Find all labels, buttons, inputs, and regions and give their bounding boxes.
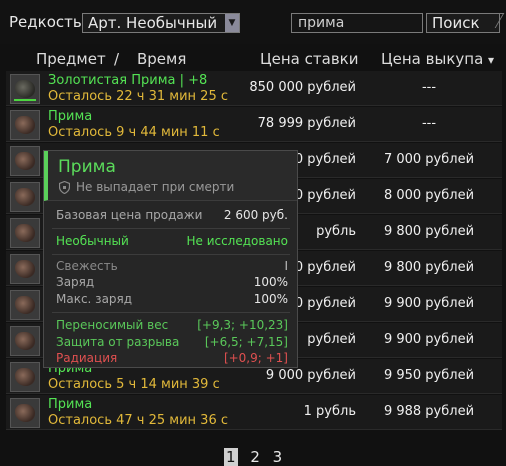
artifact-icon [10,254,40,284]
row-buyout-price: 9 950 рублей [383,368,475,383]
rarity-select[interactable]: Арт. Необычный ▼ [82,13,240,33]
header-time[interactable]: Время [137,50,186,68]
row-time-left: Осталось 5 ч 14 мин 39 с [48,377,220,392]
page-3[interactable]: 3 [273,448,283,466]
artifact-icon [10,290,40,320]
base-price-label: Базовая цена продажи [56,208,203,222]
sort-desc-icon[interactable]: ▾ [488,53,494,67]
row-buyout-price: --- [421,80,437,95]
artifact-icon [10,74,40,104]
max-charge-label: Макс. заряд [56,292,133,306]
table-row[interactable]: Золотистая Прима | +8 Осталось 22 ч 31 м… [6,71,502,106]
artifact-icon [10,182,40,212]
row-bid-price: 9 000 рублей [265,368,356,383]
radiation-value: [+0,9; +1] [223,351,288,365]
dropdown-arrow-icon[interactable]: ▼ [225,14,239,32]
search-input[interactable] [291,13,423,33]
row-time-left: Осталось 9 ч 44 мин 11 с [48,125,220,140]
page-2[interactable]: 2 [250,448,260,466]
row-item-name: Золотистая Прима | +8 [48,73,208,88]
rarity-label: Редкость [9,13,82,31]
page-1[interactable]: 1 [224,448,238,466]
row-buyout-price: 7 000 рублей [383,152,475,167]
row-buyout-price: 9 800 рублей [383,260,475,275]
search-button-corner [480,13,505,28]
row-bid-price: 78 999 рублей [257,116,356,131]
row-bid-price: 850 000 рублей [249,80,356,95]
charge-label: Заряд [56,275,95,289]
artifact-icon [10,326,40,356]
table-row[interactable]: Прима Осталось 47 ч 25 мин 36 с 1 рубль … [6,395,502,430]
header-bid[interactable]: Цена ставки [260,50,358,68]
filter-bar: Редкость Арт. Необычный ▼ Поиск [0,0,506,44]
header-buyout-label: Цена выкупа [381,50,484,68]
row-buyout-price: 8 000 рублей [383,188,475,203]
artifact-icon [10,218,40,248]
max-charge-value: 100% [253,292,288,306]
search-button[interactable]: Поиск [426,13,505,33]
tooltip-divider [52,312,290,313]
row-item-name: Прима [48,397,93,412]
tooltip-divider [52,228,290,229]
row-bid-price: 0 рублей [294,188,356,203]
row-buyout-price: 9 988 рублей [383,404,475,419]
row-bid-price: 0 рублей [294,260,356,275]
item-tooltip: Прима Не выпадает при смерти Базовая цен… [43,150,298,368]
row-time-left: Осталось 47 ч 25 мин 36 с [48,413,228,428]
header-slash: / [114,50,120,68]
table-row[interactable]: Прима Осталось 9 ч 44 мин 11 с 78 999 ру… [6,107,502,142]
artifact-icon [10,110,40,140]
artifact-icon [10,362,40,392]
table-header: Предмет / Время Цена ставки Цена выкупа … [6,47,502,71]
header-buyout[interactable]: Цена выкупа ▾ [381,50,494,68]
search-button-label: Поиск [432,14,480,32]
freshness-value: I [284,259,288,273]
tear-protection-value: [+6,5; +7,15] [204,335,288,349]
tooltip-no-drop: Не выпадает при смерти [76,180,235,194]
radiation-label: Радиация [56,351,118,365]
pagination: 1 2 3 [224,448,290,466]
carry-weight-label: Переносимый вес [56,318,169,332]
row-bid-price: 1 рубль [303,404,356,419]
row-buyout-price: 9 900 рублей [383,296,475,311]
row-buyout-price: 9 800 рублей [383,224,475,239]
carry-weight-value: [+9,3; +10,23] [197,318,288,332]
row-bid-price: 0 рублей [294,296,356,311]
artifact-icon [10,146,40,176]
row-buyout-price: --- [421,116,437,131]
row-bid-price: 0 рублей [294,152,356,167]
row-item-name: Прима [48,109,93,124]
rarity-select-value: Арт. Необычный [88,14,218,32]
tooltip-header: Прима Не выпадает при смерти [44,151,297,201]
charge-value: 100% [253,275,288,289]
row-bid-price: рубль [316,224,356,239]
shield-icon [59,181,70,194]
row-buyout-price: 9 900 рублей [383,332,475,347]
row-time-left: Осталось 22 ч 31 мин 25 с [48,89,228,104]
tooltip-divider [52,254,290,255]
artifact-icon [10,398,40,428]
tooltip-title: Прима [58,157,116,177]
row-bid-price: рублей [307,332,356,347]
header-item[interactable]: Предмет [36,50,106,68]
freshness-label: Свежесть [56,259,118,273]
research-status: Не исследовано [186,234,288,248]
rarity-text: Необычный [56,234,129,248]
tear-protection-label: Защита от разрыва [56,335,180,349]
base-price-value: 2 600 руб. [223,208,288,222]
